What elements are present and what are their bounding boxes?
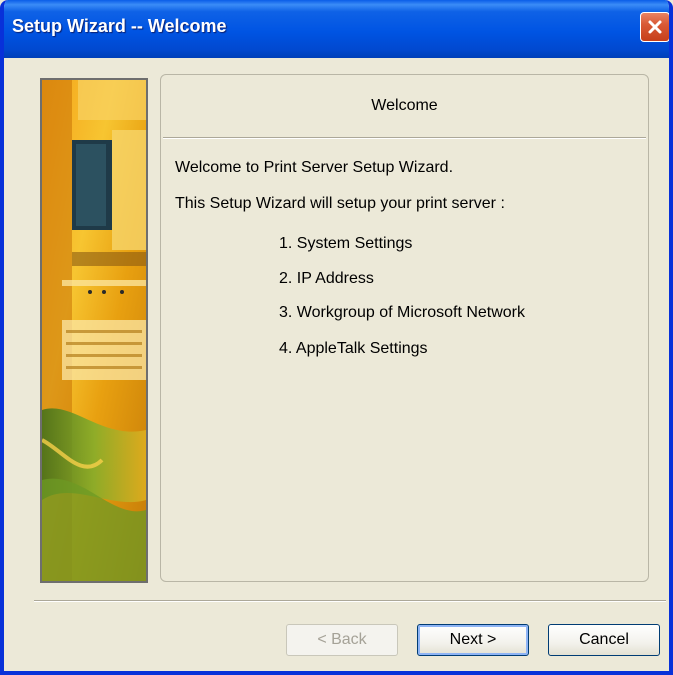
intro-text: Welcome to Print Server Setup Wizard. bbox=[175, 159, 454, 176]
step-item: 4. AppleTalk Settings bbox=[279, 340, 428, 357]
welcome-panel: Welcome Welcome to Print Server Setup Wi… bbox=[160, 74, 649, 582]
panel-divider bbox=[163, 137, 646, 139]
wizard-banner-image bbox=[40, 78, 148, 583]
button-divider bbox=[34, 600, 666, 602]
step-item: 1. System Settings bbox=[279, 235, 413, 252]
setup-wizard-window: Setup Wizard -- Welcome Welcome Welcome … bbox=[0, 0, 673, 675]
description-text: This Setup Wizard will setup your print … bbox=[175, 195, 505, 212]
step-item: 3. Workgroup of Microsoft Network bbox=[279, 304, 526, 321]
panel-header: Welcome bbox=[371, 97, 438, 114]
title-bar[interactable]: Setup Wizard -- Welcome bbox=[4, 0, 669, 58]
back-button[interactable]: < Back bbox=[286, 624, 398, 656]
step-item: 2. IP Address bbox=[279, 270, 374, 287]
wizard-banner-graphic bbox=[42, 80, 146, 581]
cancel-button[interactable]: Cancel bbox=[548, 624, 660, 656]
close-icon bbox=[648, 20, 662, 34]
close-button[interactable] bbox=[640, 12, 669, 42]
window-title: Setup Wizard -- Welcome bbox=[12, 16, 227, 36]
next-button[interactable]: Next > bbox=[417, 624, 529, 656]
